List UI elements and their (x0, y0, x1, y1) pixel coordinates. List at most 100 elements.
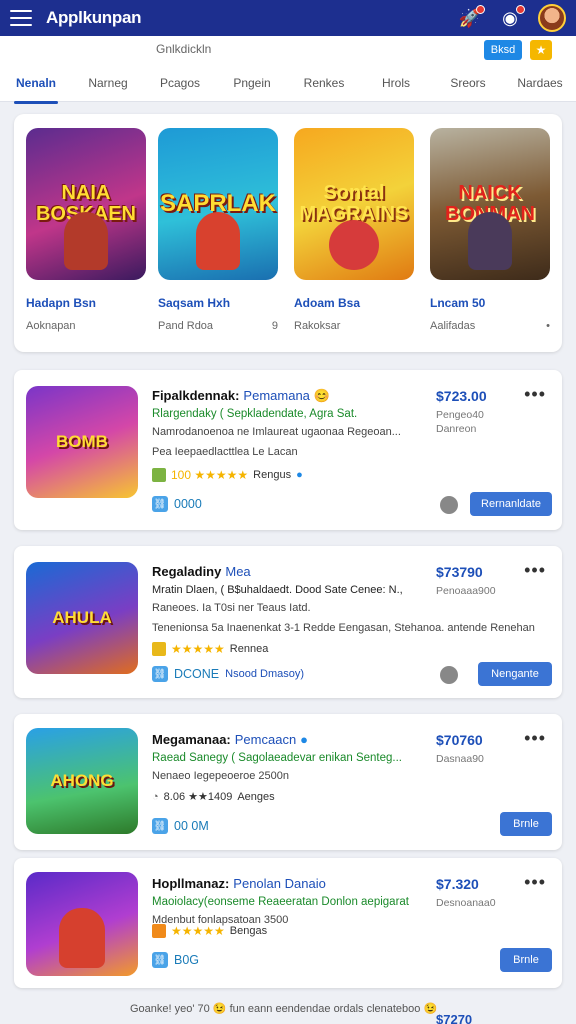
item-title: Regaladiny (152, 564, 222, 579)
item-badge-text: B0G (174, 953, 200, 967)
featured-title: Lncam 50 (430, 296, 486, 310)
link-icon: ⛓ (152, 666, 168, 682)
item-rating: ★★★★★ (171, 924, 225, 938)
tab-hrols[interactable]: Hrols (360, 72, 432, 102)
item-price-sub2: Danreon (436, 423, 477, 435)
featured-card[interactable]: NAICK BONMAN Lncam 50 Aalifadas • (430, 128, 550, 332)
item-title-row: Megamanaa: Pemcaacn ● (152, 732, 308, 747)
verified-icon: ● (300, 732, 309, 747)
chip-button[interactable]: Bksd (484, 40, 522, 60)
tab-pngein[interactable]: Pngein (216, 72, 288, 102)
avatar[interactable] (538, 4, 566, 32)
item-thumbnail: AHULA (26, 562, 138, 674)
featured-card[interactable]: Sontal MAGRAINS Adoam Bsa Rakoksar (294, 128, 414, 332)
menu-icon[interactable] (10, 10, 32, 26)
rocket-icon[interactable]: 🚀 (458, 5, 485, 30)
item-description: Raneoes. Ia T0si ner Teaus Iatd. (152, 602, 311, 614)
item-price-sub1: Penoaaa900 (436, 585, 496, 597)
featured-meta: • (546, 320, 550, 332)
tab-renkes[interactable]: Renkes (288, 72, 360, 102)
featured-sub-row: Aoknapan (26, 320, 146, 332)
item-price-sub: Pengeo40 Danreon (436, 408, 484, 436)
featured-title: Adoam Bsa (294, 296, 361, 310)
item-price: $723.00 (436, 388, 487, 404)
link-icon: ⛓ (152, 496, 168, 512)
hero-figure (59, 908, 105, 968)
action-button[interactable]: Rernanldate (470, 492, 552, 516)
clock-icon: ◔ (152, 790, 159, 803)
item-badge: ⛓ 00 0M (152, 818, 209, 834)
item-badge: ⛓ DCONE Nsood Dmasoy) (152, 666, 304, 682)
item-price: $73790 (436, 564, 483, 580)
hero-figure (196, 212, 240, 270)
list-item[interactable]: BOMB Fipalkdennak: Pemamana 😊 Rlargendaky… (14, 370, 562, 530)
action-button[interactable]: Brnle (500, 948, 552, 972)
item-rating-row: 100 ★★★★★ Rengus ● (152, 468, 303, 482)
action-button[interactable]: Nengante (478, 662, 552, 686)
featured-card[interactable]: SAPRLAK Saqsam Hxh Pand Rdoa 9 (158, 128, 278, 332)
more-options-icon[interactable]: ••• (524, 728, 546, 749)
featured-sub: Aalifadas (430, 320, 476, 332)
tab-pcagos[interactable]: Pcagos (144, 72, 216, 102)
globe-icon[interactable] (440, 496, 458, 514)
item-price-sub: Desnoanaa0 (436, 896, 496, 910)
item-badge-text: DCONE (174, 667, 220, 681)
item-art-text: AHONG (50, 771, 114, 791)
list-item[interactable]: Hopllmanaz: Penolan Danaio Maoiolacy(eons… (14, 858, 562, 988)
featured-sub-row: Pand Rdoa 9 (158, 320, 278, 332)
featured-meta: 9 (271, 320, 278, 332)
featured-card-art: NAICK BONMAN (430, 128, 550, 280)
item-rating-row: ★★★★★ Rennea (152, 642, 268, 656)
hero-figure (468, 212, 512, 270)
star-chip-button[interactable]: ★ (530, 40, 552, 60)
featured-card-art: Sontal MAGRAINS (294, 128, 414, 280)
item-badge-text: 00 0M (174, 819, 209, 833)
item-title: Hopllmanaz: (152, 876, 230, 891)
globe-icon[interactable] (440, 666, 458, 684)
item-rating-label: Aenges (237, 790, 275, 803)
tab-sreors[interactable]: Sreors (432, 72, 504, 102)
item-tag: Penolan Danaio (233, 876, 326, 891)
item-subtitle: Mratin Dlaen, ( B$uhaldaedt. Dood Sate C… (152, 584, 403, 596)
item-title: Megamanaa: (152, 732, 231, 747)
notification-icon[interactable]: ◉ (498, 5, 525, 30)
item-thumbnail: BOMB (26, 386, 138, 498)
footer-price: $7270 (436, 1012, 473, 1024)
item-rating-label: Bengas (229, 925, 268, 937)
item-subtitle: Raead Sanegy ( Sagolaeadevar enikan Sent… (152, 752, 402, 764)
notification-dot (476, 5, 485, 14)
item-rating: 100 ★★★★★ (171, 468, 249, 482)
item-title-row: Regaladiny Mea (152, 564, 251, 579)
list-item[interactable]: AHONG Megamanaa: Pemcaacn ● Raead Sanegy (… (14, 714, 562, 850)
featured-card[interactable]: NAIA BOSKAEN Hadapn Bsn Aoknapan (26, 128, 146, 332)
more-options-icon[interactable]: ••• (524, 872, 546, 893)
link-icon: ⛓ (152, 952, 168, 968)
hero-figure (329, 220, 379, 270)
item-art-text: BOMB (56, 432, 108, 452)
item-description: Nenaeo Iegepeoeroe 2500n (152, 770, 290, 782)
featured-card-art: SAPRLAK (158, 128, 278, 280)
item-rating-row: ◔ 8.06 ★★1409 Aenges (152, 790, 275, 804)
tab-nardaes[interactable]: Nardaes (504, 72, 576, 102)
item-rating: 8.06 ★★1409 (163, 791, 233, 803)
tab-nenaln[interactable]: Nenaln (0, 72, 72, 104)
item-price-sub: Penoaaa900 (436, 584, 496, 598)
more-options-icon[interactable]: ••• (524, 560, 546, 581)
item-tag: Mea (225, 564, 251, 579)
action-button[interactable]: Brnle (500, 812, 552, 836)
more-options-icon[interactable]: ••• (524, 384, 546, 405)
subheader: Gnlkdickln Bksd ★ Nenaln Narneg Pcagos P… (0, 36, 576, 104)
item-thumbnail: AHONG (26, 728, 138, 834)
hero-figure (64, 212, 108, 270)
item-description-2: Tenenionsa 5a Inaenenkat 3-1 Redde Eenga… (152, 622, 535, 634)
item-subtitle: Rlargendaky ( Sepkladendate, Agra Sat. (152, 408, 358, 420)
item-title: Fipalkdennak: (152, 388, 240, 403)
item-price-sub1: Pengeo40 (436, 409, 484, 421)
featured-sub: Rakoksar (294, 320, 341, 332)
list-item[interactable]: AHULA Regaladiny Mea Mratin Dlaen, ( B$uh… (14, 546, 562, 698)
item-price-sub1: Desnoanaa0 (436, 897, 496, 909)
item-description: Namrodanoenoa ne Imlaureat ugaonaa Regeo… (152, 426, 401, 438)
tab-narneg[interactable]: Narneg (72, 72, 144, 102)
featured-title: Saqsam Hxh (158, 296, 231, 310)
item-description-2: Pea Ieepaedlacttlea Le Lacan (152, 446, 298, 458)
